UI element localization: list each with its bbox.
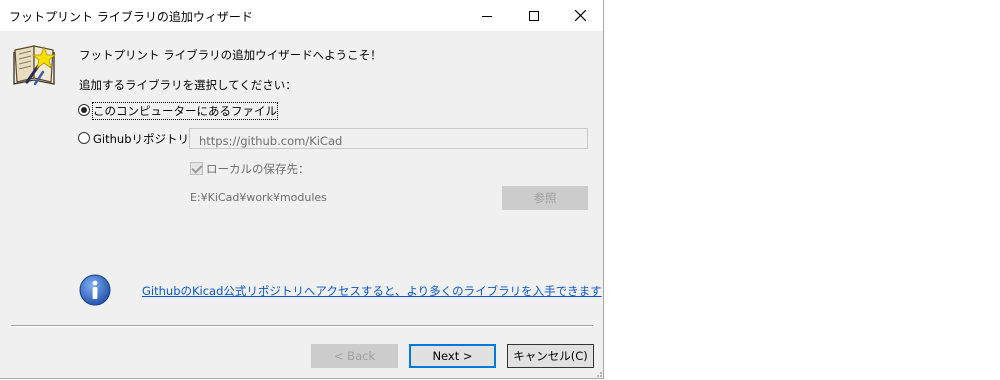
close-icon — [574, 10, 586, 21]
local-path-text: E:¥KiCad¥work¥modules — [190, 191, 327, 204]
save-local-label: ローカルの保存先： — [206, 162, 310, 176]
select-library-prompt: 追加するライブラリを選択してください： — [79, 78, 297, 92]
local-files-radio[interactable]: このコンピューターにあるファイル — [78, 102, 278, 120]
next-button[interactable]: Next > — [409, 344, 496, 368]
info-icon — [79, 274, 111, 306]
local-files-radio-label[interactable]: このコンピューターにあるファイル — [92, 102, 278, 120]
back-button[interactable]: < Back — [311, 344, 398, 368]
book-wand-icon — [13, 45, 57, 86]
save-local-checkbox[interactable]: ローカルの保存先： — [190, 161, 340, 176]
maximize-icon — [529, 10, 539, 21]
local-files-radio-indicator[interactable] — [78, 104, 90, 116]
minimize-button[interactable] — [464, 0, 510, 31]
github-repo-radio-label[interactable]: Githubリポジトリ — [93, 131, 189, 147]
minimize-icon — [482, 15, 492, 17]
window-title: フットプリント ライブラリの追加ウィザード — [9, 10, 253, 24]
title-bar[interactable]: フットプリント ライブラリの追加ウィザード — [0, 0, 603, 31]
close-button[interactable] — [557, 0, 603, 31]
github-repo-radio-indicator[interactable] — [78, 132, 90, 144]
save-local-checkbox-box[interactable] — [190, 162, 203, 175]
github-repo-link[interactable]: GithubのKicad公式リポジトリへアクセスすると、より多くのライブラリを入… — [142, 283, 602, 299]
resize-grip-icon[interactable] — [593, 368, 603, 378]
footer-separator — [11, 325, 593, 327]
github-url-input[interactable] — [189, 128, 588, 149]
welcome-heading: フットプリント ライブラリの追加ウイザードへようこそ！ — [79, 48, 382, 62]
maximize-button[interactable] — [511, 0, 557, 31]
cancel-button[interactable]: キャンセル(C) — [507, 344, 594, 368]
browse-button[interactable]: 参照 — [502, 186, 588, 210]
github-repo-radio[interactable]: Githubリポジトリ — [78, 131, 189, 147]
footprint-library-wizard-dialog: フットプリント ライブラリの追加ウィザード フットプリント ライブラリの追加ウイ… — [0, 0, 604, 379]
